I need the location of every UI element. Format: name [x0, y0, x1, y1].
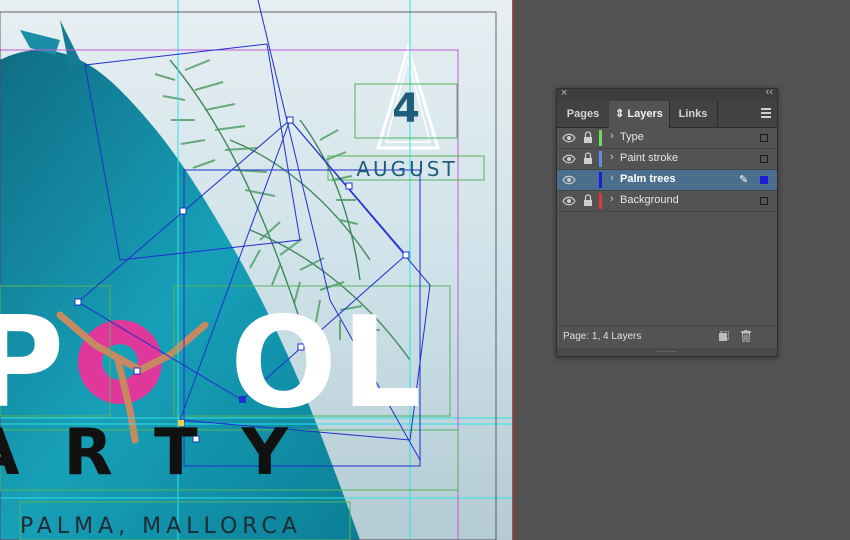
layer-name[interactable]: Palm trees [620, 173, 676, 185]
layers-panel[interactable]: × ‹‹ Pages ⇕ Layers Links › Type › Paint st… [556, 86, 778, 357]
eye-icon[interactable] [562, 174, 576, 186]
date-month[interactable]: AUGUST [330, 157, 484, 181]
layer-name[interactable]: Paint stroke [620, 152, 678, 164]
eye-icon[interactable] [562, 132, 576, 144]
panel-menu-icon[interactable] [761, 108, 771, 120]
lock-icon[interactable] [583, 194, 593, 207]
panel-titlebar[interactable]: × ‹‹ [557, 86, 777, 101]
layer-row[interactable]: › Background [557, 191, 777, 212]
eye-icon[interactable] [562, 195, 576, 207]
collapse-icon[interactable]: ‹‹ [766, 86, 773, 98]
chevron-right-icon[interactable]: › [610, 193, 614, 205]
layer-selection-indicator[interactable] [760, 176, 768, 184]
chevron-right-icon[interactable]: › [610, 151, 614, 163]
tab-pages[interactable]: Pages [557, 101, 610, 127]
new-layer-icon[interactable] [719, 331, 729, 341]
layer-selection-indicator[interactable] [760, 134, 768, 142]
headline-letter-p[interactable]: P [0, 300, 64, 426]
tab-links[interactable]: Links [669, 101, 718, 127]
layer-row[interactable]: › Type [557, 128, 777, 149]
layer-selection-indicator[interactable] [760, 155, 768, 163]
chevron-right-icon[interactable]: › [610, 130, 614, 142]
lock-icon[interactable] [583, 152, 593, 165]
panel-resize-grip[interactable] [557, 348, 777, 356]
close-icon[interactable]: × [561, 87, 567, 99]
layer-row[interactable]: › Paint stroke [557, 149, 777, 170]
pencil-icon: ✎ [739, 174, 749, 186]
layer-color-swatch [599, 172, 602, 188]
tab-layers[interactable]: ⇕ Layers [609, 101, 670, 128]
layers-status: Page: 1, 4 Layers [563, 331, 642, 342]
layer-name[interactable]: Background [620, 194, 679, 206]
headline-letters-ol[interactable]: OL [230, 300, 425, 426]
chevron-right-icon[interactable]: › [610, 172, 614, 184]
date-day[interactable]: 4 [356, 86, 456, 132]
panel-footer: Page: 1, 4 Layers [557, 325, 777, 348]
panel-tabs: Pages ⇕ Layers Links [557, 101, 777, 128]
subheadline-arty[interactable]: ARTY [0, 418, 332, 488]
layers-list: › Type › Paint stroke › Palm trees ✎ › Backgroun… [557, 128, 777, 212]
layer-color-swatch [599, 151, 602, 167]
trash-icon[interactable] [741, 330, 751, 342]
eye-icon[interactable] [562, 153, 576, 165]
lock-icon[interactable] [583, 131, 593, 144]
tab-layers-prefix: ⇕ [615, 108, 625, 120]
location-text[interactable]: PALMA, MALLORCA [20, 514, 302, 539]
document-canvas[interactable]: 4 AUGUST P OL ARTY PALMA, MALLORCA [0, 0, 512, 540]
layer-color-swatch [599, 130, 602, 146]
layer-color-swatch [599, 193, 602, 209]
lock-toggle-slot[interactable] [583, 173, 593, 186]
layer-selection-indicator[interactable] [760, 197, 768, 205]
layer-row[interactable]: › Palm trees ✎ [557, 170, 777, 191]
layer-name[interactable]: Type [620, 131, 644, 143]
